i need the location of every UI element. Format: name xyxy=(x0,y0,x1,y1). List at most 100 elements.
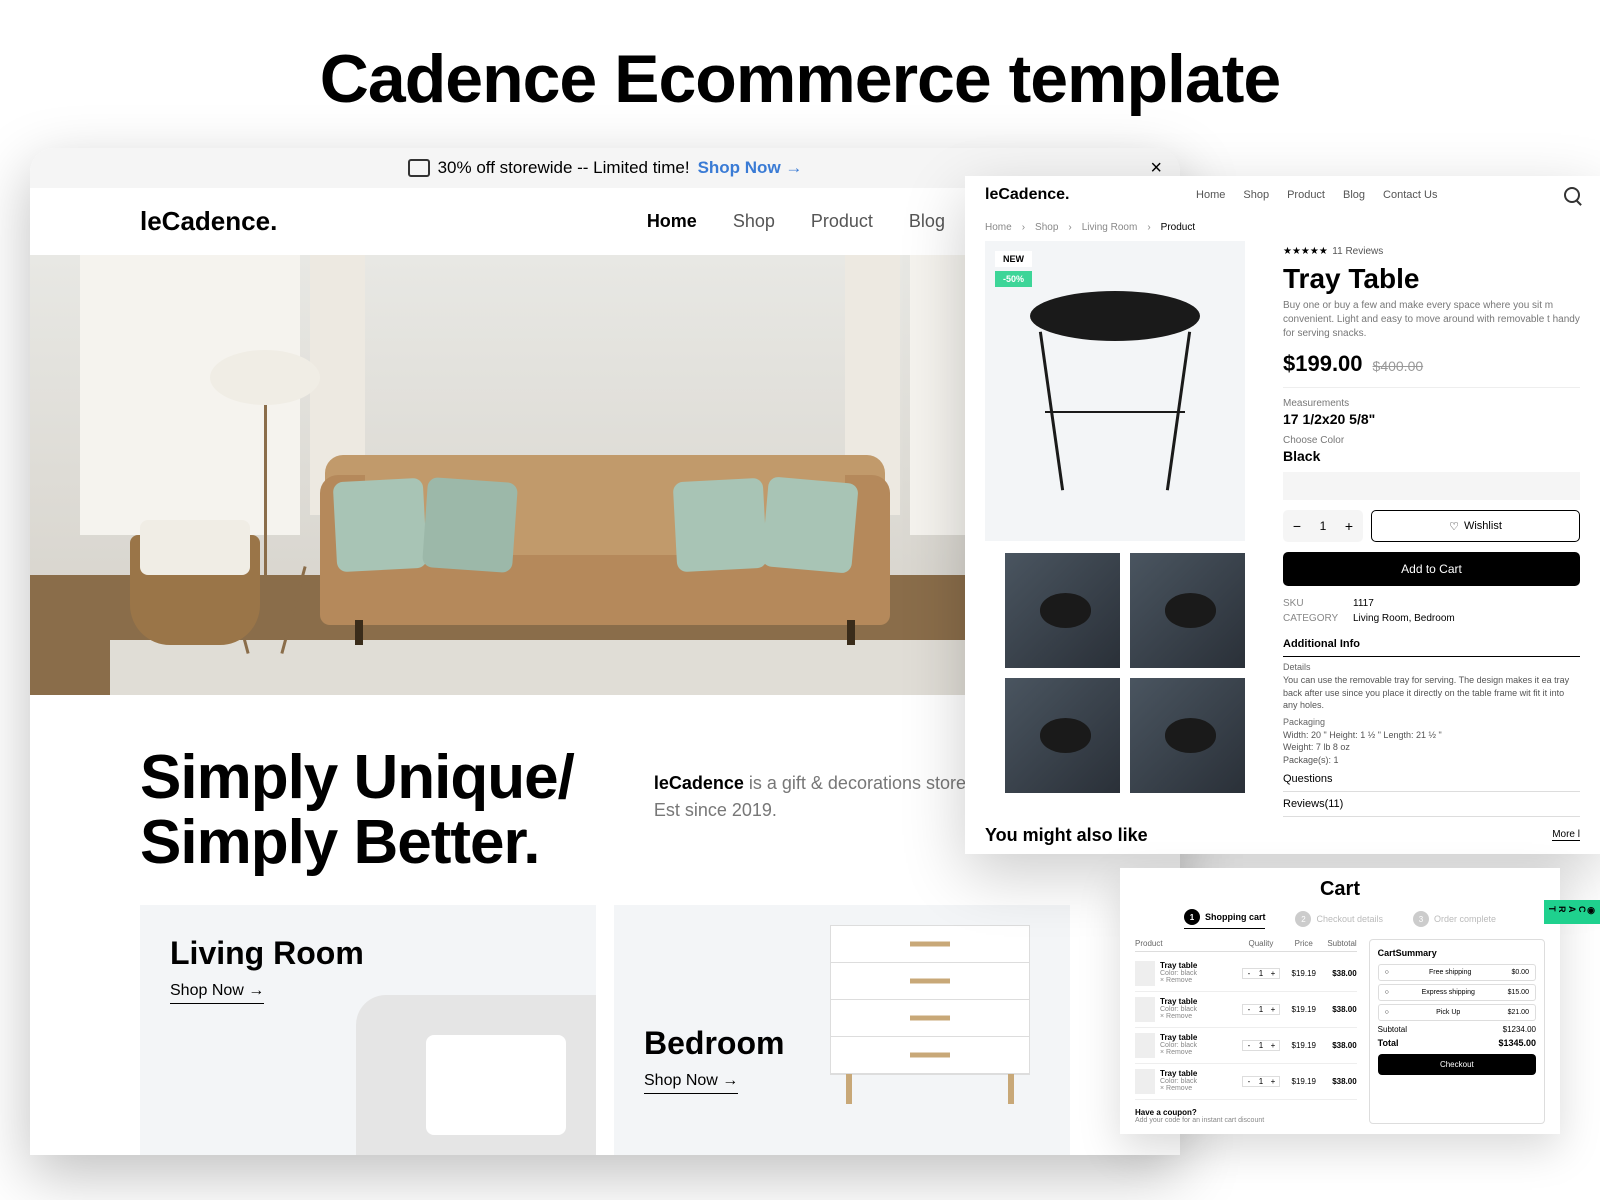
promo-shop-now-link[interactable]: Shop Now → xyxy=(698,158,803,178)
cart-remove-link[interactable]: × Remove xyxy=(1160,1085,1197,1092)
measurements-value: 17 1/2x20 5/8" xyxy=(1283,411,1580,427)
packaging-heading: Packaging xyxy=(1283,717,1580,727)
cart-qty-stepper[interactable]: -1+ xyxy=(1242,968,1280,979)
col-subtotal: Subtotal xyxy=(1321,939,1356,948)
thumbnail[interactable] xyxy=(1005,678,1120,793)
color-label: Choose Color xyxy=(1283,435,1580,446)
add-to-cart-button[interactable]: Add to Cart xyxy=(1283,552,1580,586)
step-complete[interactable]: Order complete xyxy=(1434,914,1496,924)
thumbnail[interactable] xyxy=(1005,553,1120,668)
brand-logo[interactable]: leCadence. xyxy=(140,206,277,237)
shipping-option[interactable]: Express shipping$15.00 xyxy=(1378,984,1536,1001)
nav-home[interactable]: Home xyxy=(647,211,697,232)
cart-row: Tray tableColor: black× Remove -1+ $19.1… xyxy=(1135,956,1357,992)
nav-product[interactable]: Product xyxy=(1287,189,1325,201)
coupon-heading: Have a coupon? xyxy=(1135,1108,1357,1117)
cart-qty-stepper[interactable]: -1+ xyxy=(1242,1076,1280,1087)
cart-item-subtotal: $38.00 xyxy=(1321,1041,1356,1050)
cart-summary: CartSummary Free shipping$0.00 Express sh… xyxy=(1369,939,1545,1124)
cart-remove-link[interactable]: × Remove xyxy=(1160,977,1197,984)
more-link[interactable]: More l xyxy=(1552,829,1580,841)
cart-item-thumb xyxy=(1135,997,1155,1022)
checkout-steps: 1Shopping cart 2Checkout details 3Order … xyxy=(1135,909,1545,929)
hero-heading: Simply Unique/Simply Better. xyxy=(140,745,574,875)
cart-qty-stepper[interactable]: -1+ xyxy=(1242,1040,1280,1051)
brand-logo[interactable]: leCadence. xyxy=(985,186,1069,204)
wishlist-button[interactable]: ♡Wishlist xyxy=(1371,510,1580,542)
checkout-button[interactable]: Checkout xyxy=(1378,1054,1536,1075)
tab-reviews[interactable]: Reviews(11) xyxy=(1283,792,1580,817)
sku-label: SKU xyxy=(1283,598,1353,609)
thumbnail[interactable] xyxy=(1130,678,1245,793)
coupon-section: Have a coupon? Add your code for an inst… xyxy=(1135,1108,1357,1124)
product-page-screenshot: leCadence. Home Shop Product Blog Contac… xyxy=(965,176,1600,854)
cart-item-name: Tray table xyxy=(1160,961,1197,970)
nav-home[interactable]: Home xyxy=(1196,189,1225,201)
crumb-category[interactable]: Living Room xyxy=(1082,222,1138,233)
crumb-home[interactable]: Home xyxy=(985,222,1012,233)
category-shop-link[interactable]: Shop Now → xyxy=(170,982,264,1004)
search-icon[interactable] xyxy=(1564,187,1580,203)
nav-blog[interactable]: Blog xyxy=(1343,189,1365,201)
qty-plus-button[interactable]: + xyxy=(1335,510,1363,542)
cart-item-subtotal: $38.00 xyxy=(1321,1077,1356,1086)
cart-row: Tray tableColor: black× Remove -1+ $19.1… xyxy=(1135,1028,1357,1064)
cart-item-color: Color: black xyxy=(1160,1006,1197,1013)
price-current: $199.00 xyxy=(1283,351,1363,377)
shipping-option[interactable]: Free shipping$0.00 xyxy=(1378,964,1536,981)
cart-screenshot: Cart 1Shopping cart 2Checkout details 3O… xyxy=(1120,868,1560,1134)
nav-contact[interactable]: Contact Us xyxy=(1383,189,1437,201)
qty-minus-button[interactable]: − xyxy=(1283,510,1311,542)
measurements-label: Measurements xyxy=(1283,398,1580,409)
nav-shop[interactable]: Shop xyxy=(733,211,775,232)
cart-item-price: $19.19 xyxy=(1286,1041,1321,1050)
quantity-stepper[interactable]: − 1 + xyxy=(1283,510,1363,542)
cart-remove-link[interactable]: × Remove xyxy=(1160,1049,1197,1056)
category-shop-link[interactable]: Shop Now → xyxy=(644,1072,738,1094)
cart-item-name: Tray table xyxy=(1160,1033,1197,1042)
product-title: Tray Table xyxy=(1283,263,1580,295)
tab-additional-info[interactable]: Additional Info xyxy=(1283,632,1580,657)
nav-product[interactable]: Product xyxy=(811,211,873,232)
cart-item-color: Color: black xyxy=(1160,1042,1197,1049)
crumb-shop[interactable]: Shop xyxy=(1035,222,1058,233)
category-card-bedroom[interactable]: Bedroom Shop Now → xyxy=(614,905,1070,1155)
crumb-current: Product xyxy=(1161,222,1195,233)
col-price: Price xyxy=(1286,939,1321,948)
cart-item-color: Color: black xyxy=(1160,1078,1197,1085)
category-value: Living Room, Bedroom xyxy=(1353,613,1455,624)
cart-item-thumb xyxy=(1135,1069,1155,1094)
nav-shop[interactable]: Shop xyxy=(1243,189,1269,201)
cart-side-tab[interactable]: ◉ C A R T xyxy=(1544,900,1600,924)
review-count[interactable]: 11 Reviews xyxy=(1332,246,1383,257)
color-value: Black xyxy=(1283,448,1580,464)
badge-sale: -50% xyxy=(995,271,1032,287)
step-checkout[interactable]: Checkout details xyxy=(1316,914,1383,924)
qty-value: 1 xyxy=(1311,519,1335,533)
nav-blog[interactable]: Blog xyxy=(909,211,945,232)
badge-new: NEW xyxy=(995,251,1032,267)
price-original: $400.00 xyxy=(1373,358,1424,374)
cart-qty-stepper[interactable]: -1+ xyxy=(1242,1004,1280,1015)
breadcrumb: Home› Shop› Living Room› Product xyxy=(965,214,1600,241)
subtotal-value: $1234.00 xyxy=(1503,1025,1536,1034)
step-cart[interactable]: Shopping cart xyxy=(1205,912,1266,922)
summary-title: CartSummary xyxy=(1378,948,1536,958)
product-thumbnails xyxy=(985,541,1265,805)
details-text: You can use the removable tray for servi… xyxy=(1283,674,1580,712)
tab-questions[interactable]: Questions xyxy=(1283,767,1580,792)
color-swatch[interactable] xyxy=(1283,472,1580,500)
cart-item-price: $19.19 xyxy=(1286,1005,1321,1014)
star-rating: ★★★★★ xyxy=(1283,246,1328,257)
cart-remove-link[interactable]: × Remove xyxy=(1160,1013,1197,1020)
cart-row: Tray tableColor: black× Remove -1+ $19.1… xyxy=(1135,992,1357,1028)
col-qty: Quality xyxy=(1236,939,1286,948)
cart-item-subtotal: $38.00 xyxy=(1321,1005,1356,1014)
total-label: Total xyxy=(1378,1038,1399,1048)
shipping-option[interactable]: Pick Up$21.00 xyxy=(1378,1004,1536,1021)
category-card-living-room[interactable]: Living Room Shop Now → xyxy=(140,905,596,1155)
cart-row: Tray tableColor: black× Remove -1+ $19.1… xyxy=(1135,1064,1357,1100)
thumbnail[interactable] xyxy=(1130,553,1245,668)
product-description: Buy one or buy a few and make every spac… xyxy=(1283,299,1580,341)
cart-item-color: Color: black xyxy=(1160,970,1197,977)
